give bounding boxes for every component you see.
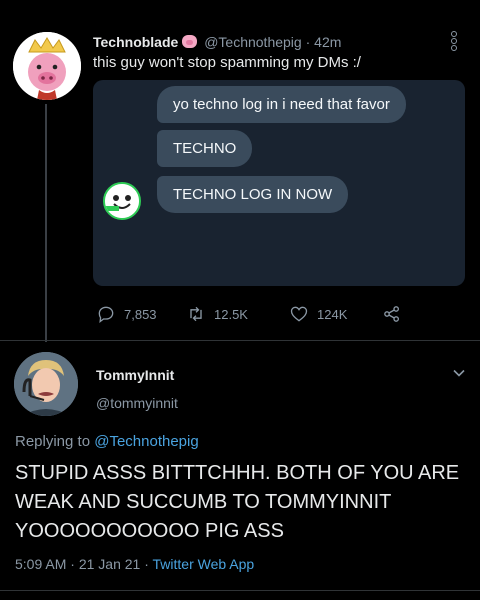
retweet-button[interactable]: 12.5K xyxy=(186,304,248,324)
tweet-text: this guy won't stop spamming my DMs :/ xyxy=(93,54,361,71)
thread-connector-line xyxy=(45,104,47,342)
like-count: 124K xyxy=(317,306,348,322)
reply-count: 7,853 xyxy=(124,306,157,322)
like-button[interactable]: 124K xyxy=(289,304,347,324)
replying-to-line: Replying to @Technothepig xyxy=(15,433,199,450)
meta-dot: · xyxy=(144,556,149,572)
reply-author-name[interactable]: TommyInnit xyxy=(96,367,174,383)
smiley-mask-icon xyxy=(105,184,139,218)
reply-icon xyxy=(98,306,114,323)
tweet-time[interactable]: 42m xyxy=(314,34,341,50)
dm-message: TECHNO xyxy=(157,130,253,167)
share-icon xyxy=(384,306,399,322)
heart-icon xyxy=(290,306,308,322)
chevron-down-icon[interactable] xyxy=(452,366,466,380)
reply-author-handle[interactable]: @tommyinnit xyxy=(96,395,178,411)
pig-king-avatar-icon xyxy=(13,32,81,100)
header-separator: · xyxy=(305,34,311,50)
more-options-icon[interactable] xyxy=(448,30,460,56)
tweet-actions: 7,853 12.5K 124K xyxy=(96,304,426,324)
retweet-count: 12.5K xyxy=(214,306,248,322)
replying-to-label: Replying to xyxy=(15,433,91,450)
retweet-icon xyxy=(190,306,202,322)
author-name[interactable]: Technoblade xyxy=(93,34,178,50)
replying-to-link[interactable]: @Technothepig xyxy=(94,433,198,450)
technoblade-avatar[interactable] xyxy=(13,32,81,100)
dm-screenshot-image[interactable]: yo techno log in i need that favor TECHN… xyxy=(93,80,465,286)
tommyinnit-avatar[interactable] xyxy=(14,352,78,416)
pig-icon xyxy=(182,35,198,48)
share-button[interactable] xyxy=(382,304,410,324)
tweet-header: Technoblade @Technothepig · 42m xyxy=(93,34,433,50)
user-photo-icon xyxy=(14,352,78,416)
bottom-divider xyxy=(0,590,480,591)
meta-dot: · xyxy=(70,556,75,572)
dm-message: TECHNO LOG IN NOW xyxy=(157,176,349,213)
author-handle[interactable]: @Technothepig xyxy=(204,34,302,50)
reply-meta: 5:09 AM · 21 Jan 21 · Twitter Web App xyxy=(15,556,254,572)
reply-date[interactable]: 21 Jan 21 xyxy=(79,556,141,572)
reply-time[interactable]: 5:09 AM xyxy=(15,556,66,572)
dm-message: yo techno log in i need that favor xyxy=(157,86,406,123)
reply-text: STUPID ASSS BITTTCHHH. BOTH OF YOU ARE W… xyxy=(15,462,460,542)
tweet-divider xyxy=(0,340,480,341)
dm-sender-avatar xyxy=(103,182,141,220)
reply-source-link[interactable]: Twitter Web App xyxy=(153,556,255,572)
reply-button[interactable]: 7,853 xyxy=(96,304,157,324)
